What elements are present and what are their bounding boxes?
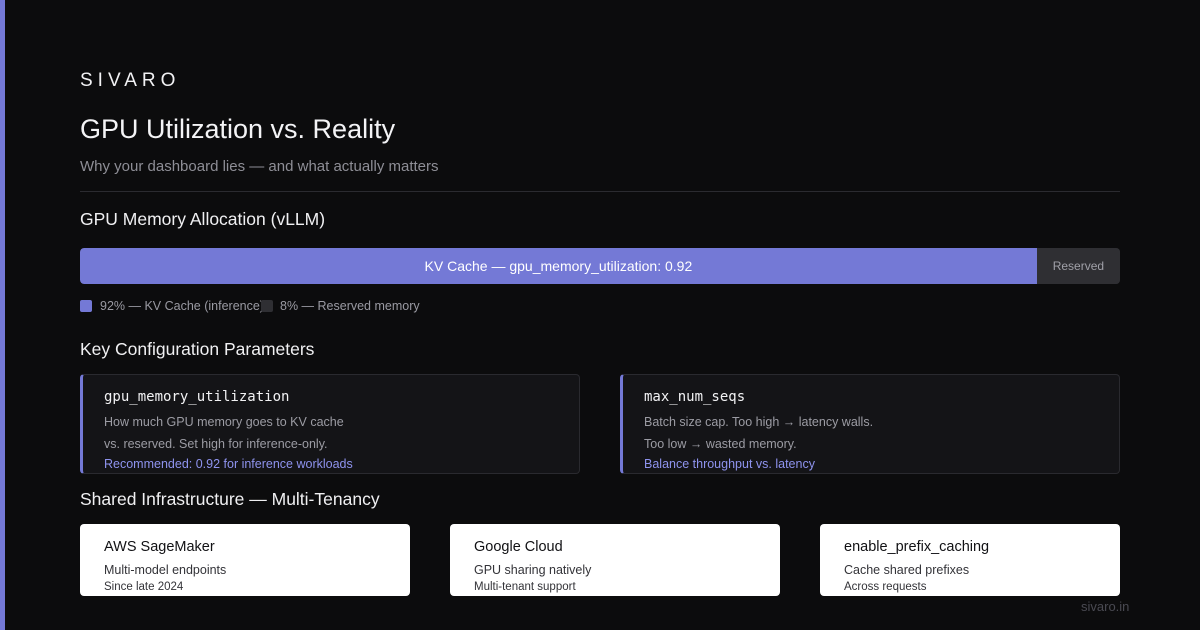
infra-section-heading: Shared Infrastructure — Multi-Tenancy bbox=[80, 489, 380, 509]
footer-url: sivaro.in bbox=[1081, 599, 1130, 614]
infra-card-title: AWS SageMaker bbox=[104, 539, 215, 555]
infra-card-line: Across requests bbox=[844, 581, 927, 593]
param-recommendation: Recommended: 0.92 for inference workload… bbox=[104, 457, 353, 471]
param-card-max-num-seqs: max_num_seqs Batch size cap. Too high → … bbox=[620, 374, 1120, 474]
memory-section-heading: GPU Memory Allocation (vLLM) bbox=[80, 209, 326, 229]
reserved-segment-label: Reserved bbox=[1052, 259, 1105, 273]
infra-card-line: Multi-model endpoints bbox=[104, 563, 227, 577]
param-description: How much GPU memory goes to KV cache bbox=[104, 415, 344, 429]
infra-card-google-cloud: Google Cloud GPU sharing natively Multi-… bbox=[450, 524, 780, 596]
infra-card-line: GPU sharing natively bbox=[474, 563, 592, 577]
reserved-legend-swatch bbox=[261, 300, 273, 312]
infra-card-line: Cache shared prefixes bbox=[844, 563, 970, 577]
reserved-segment: Reserved bbox=[1036, 248, 1120, 284]
page-subtitle: Why your dashboard lies — and what actua… bbox=[80, 158, 439, 175]
memory-legend: 92% — KV Cache (inference) 8% — Reserved… bbox=[80, 299, 480, 315]
infra-card-line: Since late 2024 bbox=[104, 581, 184, 593]
brand-logo-text: SIVARO bbox=[80, 70, 181, 91]
param-description: Too low → wasted memory. bbox=[644, 437, 797, 451]
infra-card-title: Google Cloud bbox=[474, 539, 563, 555]
params-section-heading: Key Configuration Parameters bbox=[80, 339, 315, 359]
kv-legend-label: 92% — KV Cache (inference) bbox=[100, 299, 264, 313]
reserved-legend-label: 8% — Reserved memory bbox=[280, 299, 420, 313]
memory-allocation-bar: KV Cache — gpu_memory_utilization: 0.92 … bbox=[80, 248, 1120, 284]
infra-card-line: Multi-tenant support bbox=[474, 581, 576, 593]
page-title: GPU Utilization vs. Reality bbox=[80, 114, 396, 144]
param-name: gpu_memory_utilization bbox=[104, 389, 290, 405]
kv-cache-segment: KV Cache — gpu_memory_utilization: 0.92 bbox=[80, 248, 1037, 284]
infra-card-title: enable_prefix_caching bbox=[844, 539, 990, 555]
param-card-gpu-memory-utilization: gpu_memory_utilization How much GPU memo… bbox=[80, 374, 580, 474]
infra-card-aws-sagemaker: AWS SageMaker Multi-model endpoints Sinc… bbox=[80, 524, 410, 596]
header-divider bbox=[80, 191, 1120, 192]
kv-legend-swatch bbox=[80, 300, 92, 312]
param-recommendation: Balance throughput vs. latency bbox=[644, 457, 815, 471]
param-description: Batch size cap. Too high → latency walls… bbox=[644, 415, 874, 429]
param-description: vs. reserved. Set high for inference-onl… bbox=[104, 437, 328, 451]
accent-bar bbox=[0, 0, 5, 630]
infra-card-prefix-caching: enable_prefix_caching Cache shared prefi… bbox=[820, 524, 1120, 596]
param-name: max_num_seqs bbox=[644, 389, 746, 405]
kv-cache-segment-label: KV Cache — gpu_memory_utilization: 0.92 bbox=[424, 258, 693, 274]
